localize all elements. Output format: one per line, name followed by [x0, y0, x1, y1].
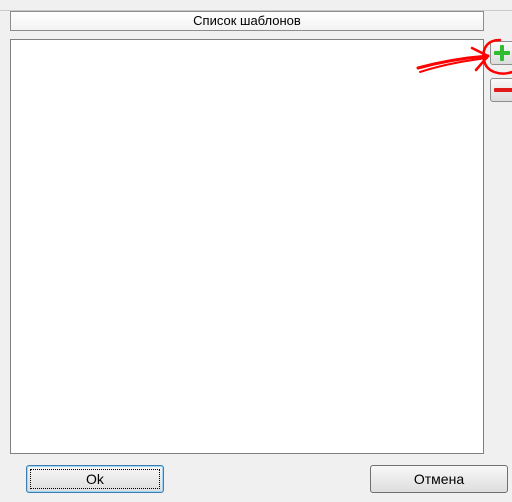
templates-list[interactable]	[10, 39, 484, 454]
templates-list-header: Список шаблонов	[10, 11, 484, 31]
ok-button[interactable]: Ok	[26, 465, 164, 493]
cancel-button-label: Отмена	[413, 471, 465, 487]
cancel-button[interactable]: Отмена	[370, 465, 508, 493]
templates-dialog: Список шаблонов Ok Отмена	[0, 0, 512, 502]
focus-ring	[30, 469, 160, 489]
add-template-button[interactable]	[490, 41, 512, 65]
remove-template-button[interactable]	[490, 78, 512, 102]
